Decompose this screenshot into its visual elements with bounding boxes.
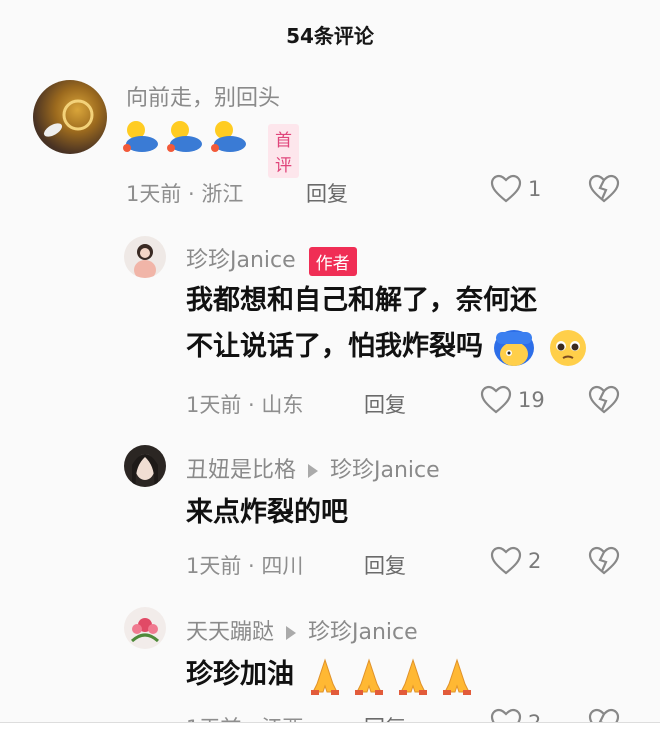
avatar-image bbox=[134, 244, 156, 278]
broken-heart-icon bbox=[588, 174, 620, 203]
heart-icon bbox=[480, 385, 512, 414]
comment-text-line-2: 不让说话了，怕我炸裂吗 bbox=[186, 331, 483, 362]
heart-icon bbox=[490, 174, 522, 203]
avatar[interactable] bbox=[124, 445, 166, 487]
dislike-button[interactable] bbox=[588, 385, 620, 419]
folded-hands-emoji-icon bbox=[311, 657, 472, 695]
sticker-row: 首评 bbox=[120, 118, 299, 178]
broken-heart-icon bbox=[588, 385, 620, 414]
comment-text-line: 不让说话了，怕我炸裂吗 bbox=[186, 324, 636, 370]
comment-time-location: 1天前 · 四川 bbox=[186, 554, 304, 578]
like-count: 2 bbox=[528, 549, 542, 573]
like-button[interactable]: 19 bbox=[480, 385, 545, 415]
reply-arrow-icon bbox=[308, 464, 319, 478]
comment-text: 我都想和自己和解了，奈何还 不让说话了，怕我炸裂吗 bbox=[186, 278, 636, 370]
comment-username: 珍珍Janice 作者 bbox=[186, 242, 357, 276]
ducks-sticker-icon bbox=[123, 121, 246, 152]
avatar-image bbox=[43, 99, 94, 137]
heart-icon bbox=[490, 546, 522, 575]
dislike-button[interactable] bbox=[588, 174, 620, 208]
comment-text: 珍珍加油 bbox=[186, 652, 479, 698]
avatar-image bbox=[124, 445, 166, 487]
reply-to-name[interactable]: 珍珍Janice bbox=[308, 620, 418, 645]
avatar[interactable] bbox=[124, 607, 166, 649]
reply-to-name[interactable]: 珍珍Janice bbox=[330, 458, 440, 483]
reply-button[interactable]: 回复 bbox=[306, 178, 348, 208]
like-button[interactable]: 1 bbox=[490, 174, 541, 204]
broken-heart-icon bbox=[588, 546, 620, 575]
comment-username[interactable]: 向前走，别回头 bbox=[126, 80, 280, 112]
reply-button[interactable]: 回复 bbox=[364, 550, 406, 580]
reply-arrow-icon bbox=[286, 626, 297, 640]
comment-time-location: 1天前 · 浙江 bbox=[126, 182, 244, 206]
comment-text-line: 我都想和自己和解了，奈何还 bbox=[186, 285, 537, 316]
like-count: 1 bbox=[528, 177, 542, 201]
avatar[interactable] bbox=[33, 80, 107, 154]
dislike-button[interactable] bbox=[588, 546, 620, 580]
comment-username: 丑妞是比格 珍珍Janice bbox=[186, 452, 440, 484]
commenter-name[interactable]: 天天蹦跶 bbox=[186, 620, 274, 645]
comment-text: 来点炸裂的吧 bbox=[186, 497, 348, 528]
author-name[interactable]: 珍珍Janice bbox=[186, 248, 296, 273]
avatar[interactable] bbox=[124, 236, 166, 278]
pleading-face-emoji-icon bbox=[549, 329, 586, 366]
like-button[interactable]: 2 bbox=[490, 546, 541, 576]
comment-time-location: 1天前 · 山东 bbox=[186, 393, 304, 417]
comment-username: 天天蹦跶 珍珍Janice bbox=[186, 614, 418, 646]
avatar-image bbox=[130, 618, 160, 643]
like-count: 19 bbox=[518, 388, 545, 412]
first-comment-badge: 首评 bbox=[268, 124, 299, 178]
reply-button[interactable]: 回复 bbox=[364, 389, 406, 419]
comments-count-title: 54条评论 bbox=[286, 24, 374, 48]
author-badge: 作者 bbox=[308, 246, 357, 276]
blue-hair-face-emoji-icon bbox=[494, 329, 535, 366]
comment-text-main: 珍珍加油 bbox=[186, 659, 294, 690]
commenter-name[interactable]: 丑妞是比格 bbox=[186, 458, 296, 483]
bottom-bar bbox=[0, 722, 660, 742]
